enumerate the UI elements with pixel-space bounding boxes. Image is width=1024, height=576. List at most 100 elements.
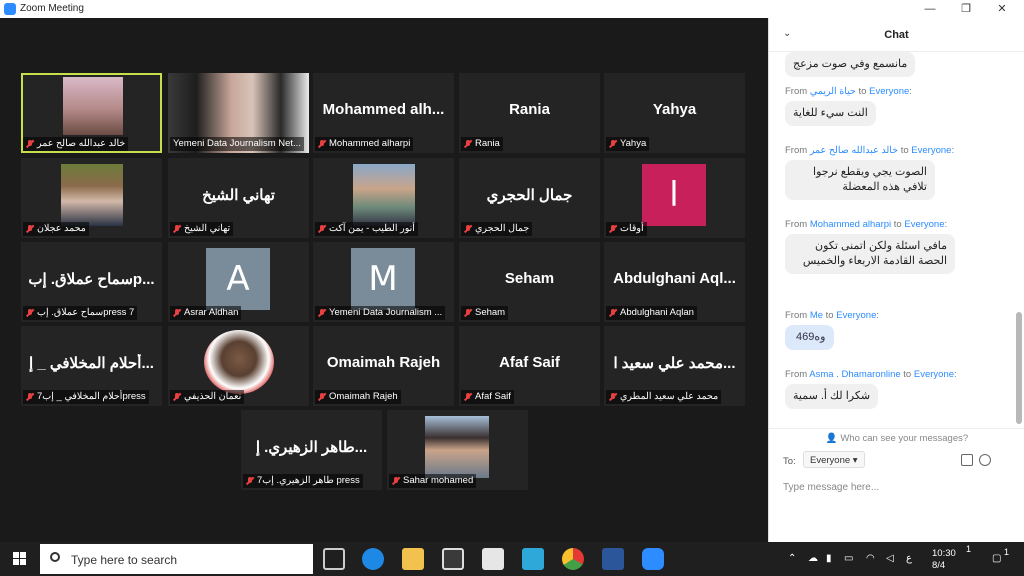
- participant-video: [63, 77, 123, 135]
- mic-muted-icon: [26, 309, 34, 317]
- edge-icon[interactable]: [362, 548, 384, 570]
- message-text: مانسمع وفي صوت مزعج: [785, 52, 916, 77]
- to-label: To:: [783, 456, 796, 467]
- volume-icon[interactable]: ◁: [886, 553, 894, 564]
- maximize-button[interactable]: ❐: [948, 0, 984, 18]
- participant-name: محمد علي سعيد المطري: [606, 390, 722, 404]
- mic-muted-icon: [173, 309, 181, 317]
- gallery-view: خالد عبدالله صالح عمر Yemeni Data Journa…: [0, 18, 767, 542]
- mic-muted-icon: [609, 393, 617, 401]
- participant-name: أوقات: [606, 222, 647, 236]
- participant-name: أنور الطيب - يمن آكت: [315, 222, 418, 236]
- video-tile[interactable]: محمد علي سعيد ا... محمد علي سعيد المطري: [604, 326, 745, 406]
- chat-message: From Asma . Dhamaronline to Everyone: شك…: [785, 369, 1017, 409]
- participant-avatar: M: [351, 248, 415, 310]
- task-view-icon[interactable]: [323, 548, 345, 570]
- zoom-logo-icon: [4, 3, 16, 15]
- chat-title: Chat: [884, 29, 909, 41]
- video-tile[interactable]: Mohammed alh... Mohammed alharpi: [313, 73, 454, 153]
- video-tile[interactable]: Yemeni Data Journalism Net...: [168, 73, 309, 153]
- participant-photo: [353, 164, 415, 226]
- video-tile[interactable]: خالد عبدالله صالح عمر: [21, 73, 162, 153]
- chat-message: From خالد عبدالله صالح عمر to Everyone: …: [785, 145, 1017, 200]
- participant-display-name: Rania: [509, 101, 550, 118]
- chat-header: ⌄ Chat: [769, 18, 1024, 52]
- search-icon: [50, 552, 60, 562]
- participant-photo: [425, 416, 489, 478]
- store-icon[interactable]: [442, 548, 464, 570]
- video-tile[interactable]: A Asrar Aldhan: [168, 242, 309, 322]
- participant-name: Afaf Saif: [461, 390, 514, 404]
- cloud-icon[interactable]: ☁: [808, 553, 818, 564]
- usb-icon[interactable]: ▮: [826, 553, 832, 564]
- video-tile[interactable]: Afaf Saif Afaf Saif: [459, 326, 600, 406]
- participant-name: Omaimah Rajeh: [315, 390, 401, 404]
- video-tile[interactable]: Seham Seham: [459, 242, 600, 322]
- windows-start-button[interactable]: [0, 542, 40, 576]
- word-icon[interactable]: [602, 548, 624, 570]
- notification-count: 1: [1004, 547, 1010, 557]
- participant-display-name: Abdulghani Aql...: [613, 270, 736, 287]
- chat-scrollbar[interactable]: [1016, 312, 1022, 424]
- participant-display-name: جمال الحجري: [486, 187, 573, 204]
- language-indicator[interactable]: ع: [906, 553, 912, 564]
- video-tile[interactable]: Omaimah Rajeh Omaimah Rajeh: [313, 326, 454, 406]
- video-tile[interactable]: Yahya Yahya: [604, 73, 745, 153]
- recipient-dropdown[interactable]: Everyone ▾: [803, 451, 865, 468]
- mic-muted-icon: [173, 393, 181, 401]
- message-text: ‪‬ 469وه: [785, 325, 834, 350]
- wifi-icon[interactable]: ◠: [866, 553, 875, 564]
- taskbar-search-box[interactable]: Type here to search: [40, 544, 313, 574]
- video-tile[interactable]: سماح عملاق. إبp... سماح عملاق. إبpress 7: [21, 242, 162, 322]
- participant-name: Mohammed alharpi: [315, 137, 414, 151]
- close-button[interactable]: ✕: [984, 0, 1020, 18]
- message-sender: From Me to Everyone:: [785, 310, 880, 321]
- window-title: Zoom Meeting: [20, 3, 84, 14]
- mic-muted-icon: [392, 477, 400, 485]
- mail-icon[interactable]: [482, 548, 504, 570]
- participant-display-name: Mohammed alh...: [322, 101, 445, 118]
- message-sender: From خالد عبدالله صالح عمر to Everyone:: [785, 145, 955, 156]
- message-text: النت سيء للغاية: [785, 101, 876, 126]
- battery-icon[interactable]: ▭: [844, 553, 853, 564]
- participant-name: تهاني الشيخ: [170, 222, 234, 236]
- mic-muted-icon: [609, 140, 617, 148]
- video-tile[interactable]: l أوقات: [604, 158, 745, 238]
- participant-name: سماح عملاق. إبpress 7: [23, 306, 138, 320]
- taskbar: Type here to search ⌃ ☁ ▮ ▭ ◠ ◁ ع 10:30 …: [0, 542, 1024, 576]
- video-tile[interactable]: طاهر الزهيري. إ... طاهر الزهيري. إب7 pre…: [241, 410, 382, 490]
- file-explorer-icon[interactable]: [402, 548, 424, 570]
- chrome-icon[interactable]: [562, 548, 584, 570]
- windows-logo-icon: [13, 552, 19, 558]
- chat-messages[interactable]: مانسمع وفي صوت مزعج From حياة الريمي to …: [769, 52, 1024, 426]
- emoji-icon[interactable]: [979, 454, 991, 466]
- video-tile[interactable]: تهاني الشيخ تهاني الشيخ: [168, 158, 309, 238]
- participant-name: Yemeni Data Journalism Net...: [170, 137, 304, 151]
- participant-name: Asrar Aldhan: [170, 306, 242, 320]
- minimize-button[interactable]: —: [912, 0, 948, 18]
- zoom-icon[interactable]: [642, 548, 664, 570]
- message-text: شكرا لك أ. سمية: [785, 384, 879, 409]
- video-tile[interactable]: Rania Rania: [459, 73, 600, 153]
- video-tile[interactable]: نعمان الحذيفي: [168, 326, 309, 406]
- video-tile[interactable]: M Yemeni Data Journalism ...: [313, 242, 454, 322]
- message-sender: From حياة الريمي to Everyone:: [785, 86, 912, 97]
- mic-muted-icon: [173, 225, 181, 233]
- privacy-link[interactable]: 👤 Who can see your messages?: [769, 428, 1024, 444]
- video-tile[interactable]: جمال الحجري جمال الحجري: [459, 158, 600, 238]
- clock[interactable]: 10:30 8/4: [932, 548, 956, 572]
- video-tile[interactable]: Abdulghani Aql... Abdulghani Aqlan: [604, 242, 745, 322]
- app-l-icon[interactable]: [522, 548, 544, 570]
- mic-muted-icon: [318, 309, 326, 317]
- chevron-up-icon[interactable]: ⌃: [788, 553, 796, 564]
- message-input[interactable]: Type message here...: [783, 482, 879, 493]
- notification-icon[interactable]: ▢: [992, 553, 1001, 564]
- participant-name: محمد عجلان: [23, 222, 89, 236]
- people-icon: 👤: [825, 433, 838, 444]
- video-tile[interactable]: أحلام المخلافي _ إ... أحلام المخلافي _ إ…: [21, 326, 162, 406]
- file-icon[interactable]: [961, 454, 973, 466]
- video-tile[interactable]: Sahar mohamed: [387, 410, 528, 490]
- participant-display-name: محمد علي سعيد ا...: [613, 355, 736, 372]
- video-tile[interactable]: أنور الطيب - يمن آكت: [313, 158, 454, 238]
- video-tile[interactable]: محمد عجلان: [21, 158, 162, 238]
